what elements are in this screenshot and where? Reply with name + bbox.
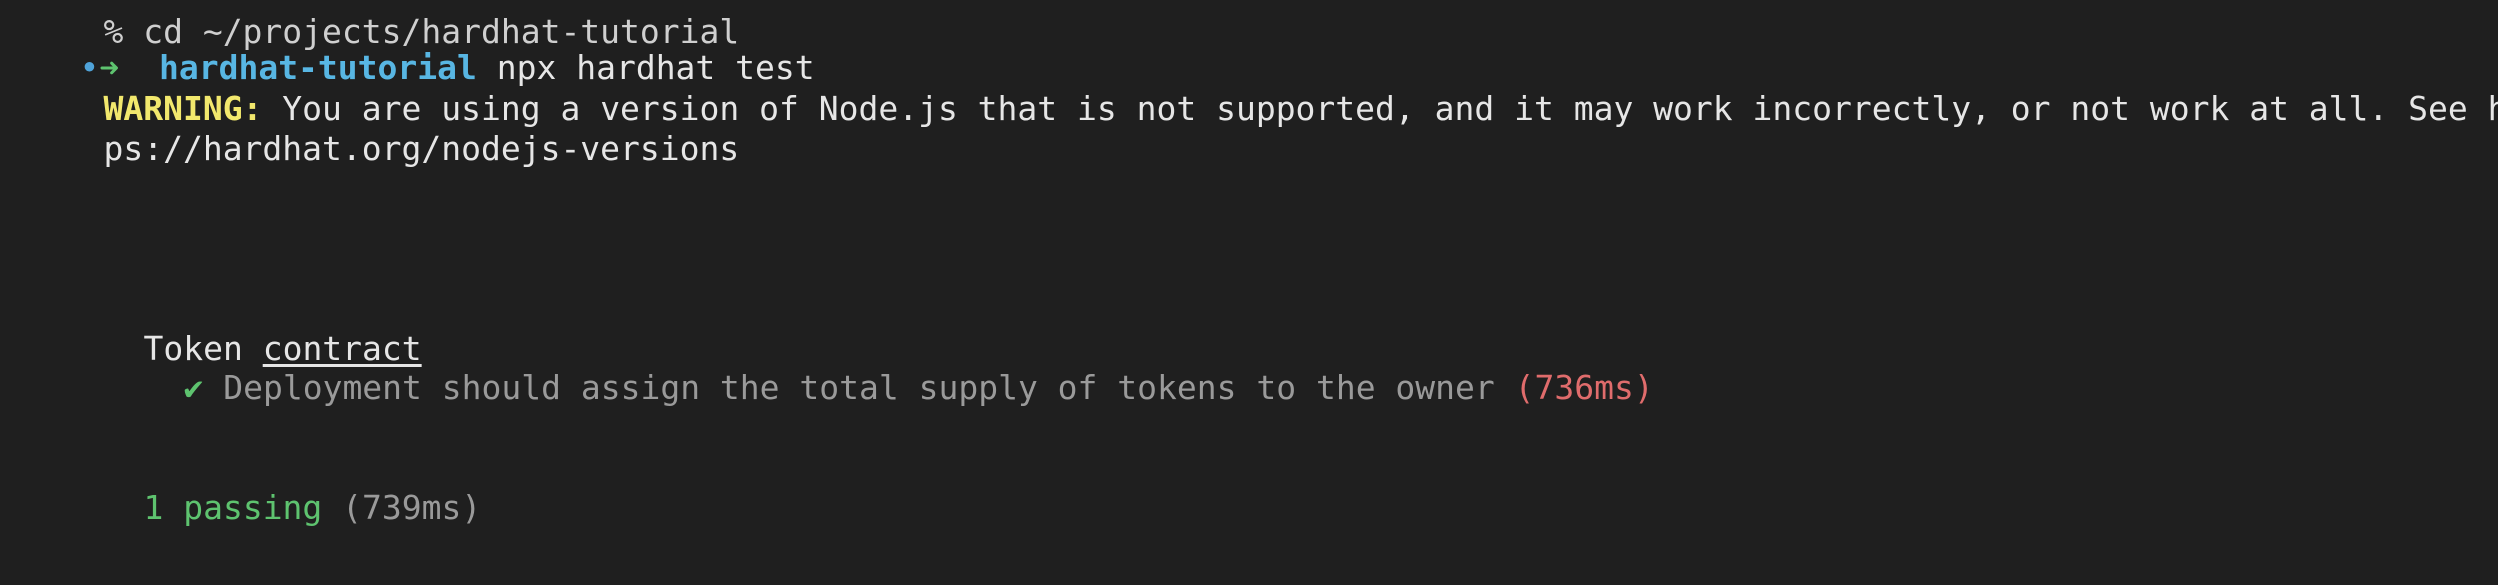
check-icon: ✔ [183, 368, 204, 407]
prompt-line: •➜ hardhat-tutorial npx hardhat test [0, 8, 814, 87]
test-result-line: ✔ Deployment should assign the total sup… [104, 328, 1653, 407]
summary-line: 1 passing (739ms) [64, 448, 481, 527]
warning-line-1: WARNING: You are using a version of Node… [24, 49, 2498, 128]
warning-line-2: ps://hardhat.org/nodejs-versions [24, 89, 739, 168]
summary-duration: (739ms) [342, 488, 482, 527]
test-title: Deployment should assign the total suppl… [223, 368, 1495, 407]
test-duration: (736ms) [1514, 368, 1654, 407]
terminal-window[interactable]: % cd ~/projects/hardhat-tutorial •➜ hard… [0, 0, 2498, 527]
passing-count: 1 passing [143, 488, 323, 527]
suite-title: Token contract [64, 289, 421, 368]
warning-text-2: ps://hardhat.org/nodejs-versions [103, 129, 740, 168]
